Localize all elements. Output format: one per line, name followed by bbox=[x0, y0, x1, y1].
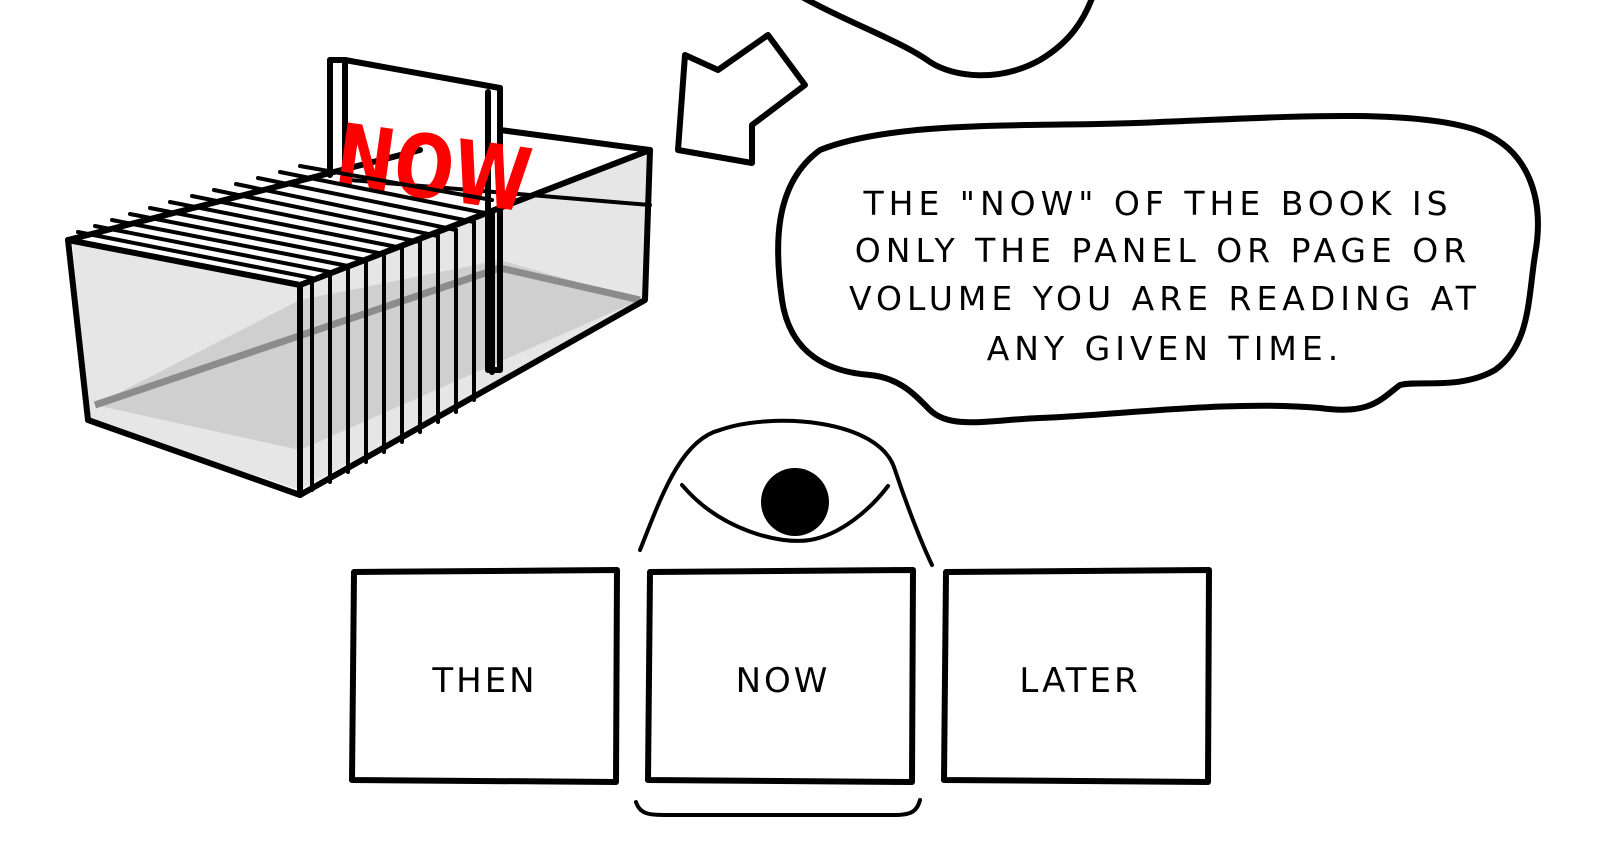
panel-now-label: NOW bbox=[736, 661, 831, 701]
arrow-down-left-icon bbox=[675, 32, 808, 166]
bubble-line-2: ONLY THE PANEL OR PAGE OR bbox=[855, 231, 1471, 270]
bubble-line-1: THE "NOW" OF THE BOOK IS bbox=[862, 184, 1452, 223]
panel-then-label: THEN bbox=[431, 661, 537, 701]
bubble-line-4: ANY GIVEN TIME. bbox=[987, 329, 1344, 368]
speech-bubble: THE "NOW" OF THE BOOK IS ONLY THE PANEL … bbox=[775, 112, 1541, 426]
book-box-illustration: NOW bbox=[65, 57, 653, 498]
panel-then: THEN bbox=[349, 567, 620, 785]
bubble-line-3: VOLUME YOU ARE READING AT bbox=[849, 279, 1481, 318]
panel-later: LATER bbox=[941, 567, 1212, 785]
panel-later-label: LATER bbox=[1019, 661, 1140, 701]
eye-pupil bbox=[761, 468, 829, 536]
panel-now: NOW bbox=[645, 567, 916, 785]
eye-icon bbox=[638, 418, 934, 567]
now-bracket bbox=[634, 798, 922, 817]
comic-scene: NOW THE "NOW" OF THE BOOK IS ONLY THE PA… bbox=[65, 0, 1541, 817]
partial-speech-bubble-top bbox=[801, 0, 1095, 79]
